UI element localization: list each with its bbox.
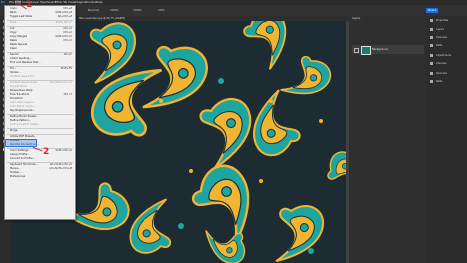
paths-panel-item[interactable]: Paths bbox=[430, 43, 443, 48]
layers-tab[interactable]: Layers bbox=[352, 17, 360, 21]
menu-item-label: Sky Replacement... bbox=[10, 109, 35, 112]
layers-panel-item[interactable]: Layers bbox=[430, 27, 444, 32]
menu-item-label: Purge bbox=[10, 129, 18, 132]
paths-icon bbox=[430, 44, 433, 47]
edit-menu-item-toggle-last-state[interactable]: Toggle Last State Alt+Ctrl+Z bbox=[5, 15, 75, 19]
channels-panel-item[interactable]: Channels bbox=[430, 35, 447, 40]
menu-item-label: Toggle Last State bbox=[10, 15, 33, 18]
annotation-marker-2: 2 bbox=[43, 147, 50, 157]
channels-panel-item-2[interactable]: Channels bbox=[430, 71, 447, 76]
layers-icon bbox=[430, 28, 433, 31]
libraries-panel-item[interactable]: Libraries bbox=[430, 61, 446, 66]
edit-menu-item-fade[interactable]: Fade... Shift+Ctrl+F bbox=[5, 21, 75, 25]
annotation-marker-1: 1 bbox=[26, 0, 33, 10]
channels-icon bbox=[430, 72, 433, 75]
properties-panel-item[interactable]: Properties bbox=[430, 18, 448, 23]
menu-item-label: Fade... bbox=[10, 21, 19, 24]
paths-panel-item-2[interactable]: Paths bbox=[430, 79, 443, 84]
flow-value[interactable]: 100% bbox=[133, 8, 142, 12]
menu-item-label: Define Custom Shape... bbox=[10, 123, 41, 126]
edit-menu-item-sky-replacement[interactable]: Sky Replacement... bbox=[5, 109, 75, 113]
menu-item-label: Content-Aware Fill... bbox=[10, 75, 36, 78]
edit-menu-item-define-custom-shape[interactable]: Define Custom Shape... bbox=[5, 123, 75, 127]
edit-menu-item-content-aware-fill[interactable]: Content-Aware Fill... bbox=[5, 75, 75, 79]
define-pattern-highlight bbox=[5, 139, 37, 147]
edit-menu-item-purge[interactable]: Purge bbox=[5, 129, 75, 133]
paths-icon bbox=[430, 80, 433, 83]
menu-item-shortcut: Alt+Ctrl+Z bbox=[57, 15, 72, 18]
menu-item-label: Find and Replace Text... bbox=[10, 61, 41, 64]
menu-item-label: Clear bbox=[10, 47, 17, 50]
edit-menu-item-find-and-replace-text[interactable]: Find and Replace Text... bbox=[5, 61, 75, 65]
channels-icon bbox=[430, 36, 433, 39]
edit-menu-item-convert-to-profile[interactable]: Convert to Profile... bbox=[5, 157, 75, 161]
menu-item-label: Preferences bbox=[10, 175, 26, 178]
edit-menu-item-preferences[interactable]: Preferences bbox=[5, 175, 75, 179]
mode-select[interactable]: Normal bbox=[88, 8, 99, 12]
eye-icon[interactable] bbox=[354, 48, 359, 53]
adjustments-panel-item[interactable]: Adjustments bbox=[430, 53, 451, 58]
menu-item-label: Convert to Profile... bbox=[10, 157, 36, 160]
edit-menu-item-clear[interactable]: Clear bbox=[5, 47, 75, 51]
adjustments-icon bbox=[430, 54, 433, 57]
edit-menu-dropdown: Undo Ctrl+Z Redo Shift+Ctrl+Z Toggle Last St… bbox=[4, 5, 76, 220]
menu-item-shortcut: Shift+Ctrl+F bbox=[55, 21, 72, 24]
layer-thumbnail[interactable] bbox=[361, 46, 371, 55]
layer-name[interactable]: Background bbox=[372, 48, 387, 51]
smoothing-value[interactable]: 10% bbox=[158, 8, 165, 12]
libraries-icon bbox=[430, 62, 433, 65]
share-button[interactable]: Share bbox=[426, 8, 438, 13]
opacity-value[interactable]: 100% bbox=[110, 8, 119, 12]
properties-icon bbox=[430, 19, 433, 22]
